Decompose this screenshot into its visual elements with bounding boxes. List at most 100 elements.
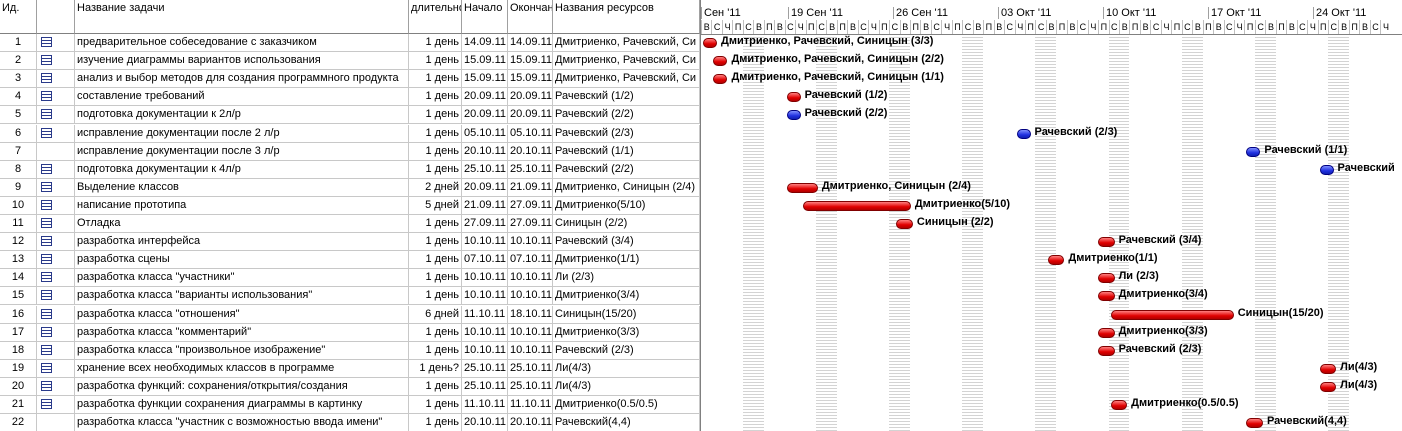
task-notes-icon[interactable] bbox=[41, 55, 52, 66]
task-start-cell[interactable]: 10.10.11 bbox=[462, 323, 508, 342]
task-id-cell[interactable]: 10 bbox=[0, 196, 37, 215]
task-start-cell[interactable]: 25.10.11 bbox=[462, 359, 508, 378]
task-resources-cell[interactable]: Ли(4/3) bbox=[553, 377, 700, 396]
task-row[interactable]: 8 подготовка документации к 4л/р 1 день 25.… bbox=[0, 160, 700, 179]
task-resources-cell[interactable]: Синицын(15/20) bbox=[553, 305, 700, 324]
task-row[interactable]: 21 разработка функции сохранения диаграмм… bbox=[0, 396, 700, 414]
task-name-cell[interactable]: разработка класса "произвольное изображе… bbox=[75, 341, 409, 360]
task-name-cell[interactable]: хранение всех необходимых классов в прог… bbox=[75, 359, 409, 378]
task-start-cell[interactable]: 10.10.11 bbox=[462, 287, 508, 306]
task-duration-cell[interactable]: 1 день bbox=[409, 34, 462, 52]
column-header-indicators[interactable]: i bbox=[37, 0, 75, 34]
task-notes-icon[interactable] bbox=[41, 163, 52, 174]
task-row[interactable]: 12 разработка интерфейса 1 день 10.10.11 10.… bbox=[0, 233, 700, 252]
task-name-cell[interactable]: изучение диаграммы вариантов использован… bbox=[75, 52, 409, 71]
task-end-cell[interactable]: 15.09.11 bbox=[508, 70, 553, 89]
task-notes-icon[interactable] bbox=[41, 127, 52, 138]
task-duration-cell[interactable]: 1 день bbox=[409, 287, 462, 306]
task-row[interactable]: 18 разработка класса "произвольное изобра… bbox=[0, 341, 700, 360]
task-indicator-cell[interactable] bbox=[37, 52, 75, 71]
task-id-cell[interactable]: 22 bbox=[0, 414, 37, 431]
task-duration-cell[interactable]: 1 день bbox=[409, 341, 462, 360]
task-id-cell[interactable]: 20 bbox=[0, 377, 37, 396]
task-end-cell[interactable]: 20.09.11 bbox=[508, 88, 553, 107]
task-name-cell[interactable]: разработка интерфейса bbox=[75, 233, 409, 252]
task-duration-cell[interactable]: 1 день bbox=[409, 396, 462, 414]
task-name-cell[interactable]: предварительное собеседование с заказчик… bbox=[75, 34, 409, 52]
task-id-cell[interactable]: 17 bbox=[0, 323, 37, 342]
task-row[interactable]: 7 исправление документации после 3 л/р 1 д… bbox=[0, 142, 700, 161]
task-bar[interactable] bbox=[1047, 255, 1065, 266]
task-end-cell[interactable]: 10.10.11 bbox=[508, 269, 553, 288]
task-bar[interactable] bbox=[1246, 146, 1261, 157]
column-header-id[interactable]: Ид. bbox=[0, 0, 37, 34]
task-resources-cell[interactable]: Дмитриенко, Рачевский, Си bbox=[553, 52, 700, 71]
task-start-cell[interactable]: 20.09.11 bbox=[462, 88, 508, 107]
task-name-cell[interactable]: подготовка документации к 2л/р bbox=[75, 106, 409, 125]
task-row[interactable]: 4 составление требований 1 день 20.09.11 20.… bbox=[0, 88, 700, 107]
task-row[interactable]: 20 разработка функций: сохранения/открыти… bbox=[0, 377, 700, 396]
task-indicator-cell[interactable] bbox=[37, 215, 75, 233]
task-end-cell[interactable]: 20.10.11 bbox=[508, 414, 553, 431]
task-duration-cell[interactable]: 1 день bbox=[409, 52, 462, 71]
task-row[interactable]: 14 разработка класса "участники" 1 день 10.… bbox=[0, 269, 700, 288]
task-row[interactable]: 9 Выделение классов 2 дней 20.09.11 21.09.11… bbox=[0, 178, 700, 197]
task-indicator-cell[interactable] bbox=[37, 287, 75, 306]
task-resources-cell[interactable]: Рачевский (1/2) bbox=[553, 88, 700, 107]
task-indicator-cell[interactable] bbox=[37, 377, 75, 396]
task-resources-cell[interactable]: Дмитриенко, Синицын (2/4) bbox=[553, 178, 700, 197]
task-duration-cell[interactable]: 1 день bbox=[409, 88, 462, 107]
task-bar[interactable] bbox=[1098, 237, 1115, 248]
task-row[interactable]: 6 исправление документации после 2 л/р 1 д… bbox=[0, 124, 700, 143]
task-indicator-cell[interactable] bbox=[37, 178, 75, 197]
task-bar[interactable] bbox=[703, 38, 717, 48]
task-resources-cell[interactable]: Рачевский (2/2) bbox=[553, 106, 700, 125]
task-end-cell[interactable]: 20.10.11 bbox=[508, 142, 553, 161]
task-row[interactable]: 5 подготовка документации к 2л/р 1 день 20.… bbox=[0, 106, 700, 125]
task-row[interactable]: 16 разработка класса "отношения" 6 дней 11.… bbox=[0, 305, 700, 324]
task-id-cell[interactable]: 11 bbox=[0, 215, 37, 233]
task-start-cell[interactable]: 15.09.11 bbox=[462, 52, 508, 71]
task-bar[interactable] bbox=[713, 56, 728, 67]
task-indicator-cell[interactable] bbox=[37, 269, 75, 288]
task-duration-cell[interactable]: 1 день bbox=[409, 233, 462, 252]
task-indicator-cell[interactable] bbox=[37, 251, 75, 270]
task-indicator-cell[interactable] bbox=[37, 196, 75, 215]
task-end-cell[interactable]: 18.10.11 bbox=[508, 305, 553, 324]
task-duration-cell[interactable]: 1 день? bbox=[409, 359, 462, 378]
task-resources-cell[interactable]: Рачевский (2/2) bbox=[553, 160, 700, 179]
task-start-cell[interactable]: 25.10.11 bbox=[462, 160, 508, 179]
task-duration-cell[interactable]: 1 день bbox=[409, 106, 462, 125]
task-start-cell[interactable]: 07.10.11 bbox=[462, 251, 508, 270]
task-start-cell[interactable]: 05.10.11 bbox=[462, 124, 508, 143]
task-name-cell[interactable]: разработка функции сохранения диаграммы … bbox=[75, 396, 409, 414]
task-notes-icon[interactable] bbox=[41, 308, 52, 319]
task-indicator-cell[interactable] bbox=[37, 341, 75, 360]
task-end-cell[interactable]: 27.09.11 bbox=[508, 215, 553, 233]
task-id-cell[interactable]: 7 bbox=[0, 142, 37, 161]
column-header-resources[interactable]: Названия ресурсов bbox=[553, 0, 700, 34]
task-bar[interactable] bbox=[1246, 418, 1263, 429]
task-bar[interactable] bbox=[1110, 309, 1234, 320]
task-end-cell[interactable]: 10.10.11 bbox=[508, 323, 553, 342]
task-duration-cell[interactable]: 5 дней bbox=[409, 196, 462, 215]
task-resources-cell[interactable]: Ли(4/3) bbox=[553, 359, 700, 378]
task-notes-icon[interactable] bbox=[41, 181, 52, 192]
task-resources-cell[interactable]: Ли (2/3) bbox=[553, 269, 700, 288]
task-end-cell[interactable]: 20.09.11 bbox=[508, 106, 553, 125]
task-id-cell[interactable]: 1 bbox=[0, 34, 37, 52]
task-notes-icon[interactable] bbox=[41, 326, 52, 337]
task-duration-cell[interactable]: 1 день bbox=[409, 142, 462, 161]
task-notes-icon[interactable] bbox=[41, 37, 52, 47]
task-notes-icon[interactable] bbox=[41, 254, 52, 265]
task-indicator-cell[interactable] bbox=[37, 305, 75, 324]
task-duration-cell[interactable]: 1 день bbox=[409, 160, 462, 179]
task-indicator-cell[interactable] bbox=[37, 233, 75, 252]
task-indicator-cell[interactable] bbox=[37, 124, 75, 143]
task-duration-cell[interactable]: 1 день bbox=[409, 215, 462, 233]
task-resources-cell[interactable]: Дмитриенко(3/3) bbox=[553, 323, 700, 342]
task-resources-cell[interactable]: Дмитриенко, Рачевский, Си bbox=[553, 34, 700, 52]
task-id-cell[interactable]: 15 bbox=[0, 287, 37, 306]
task-indicator-cell[interactable] bbox=[37, 88, 75, 107]
task-start-cell[interactable]: 10.10.11 bbox=[462, 233, 508, 252]
